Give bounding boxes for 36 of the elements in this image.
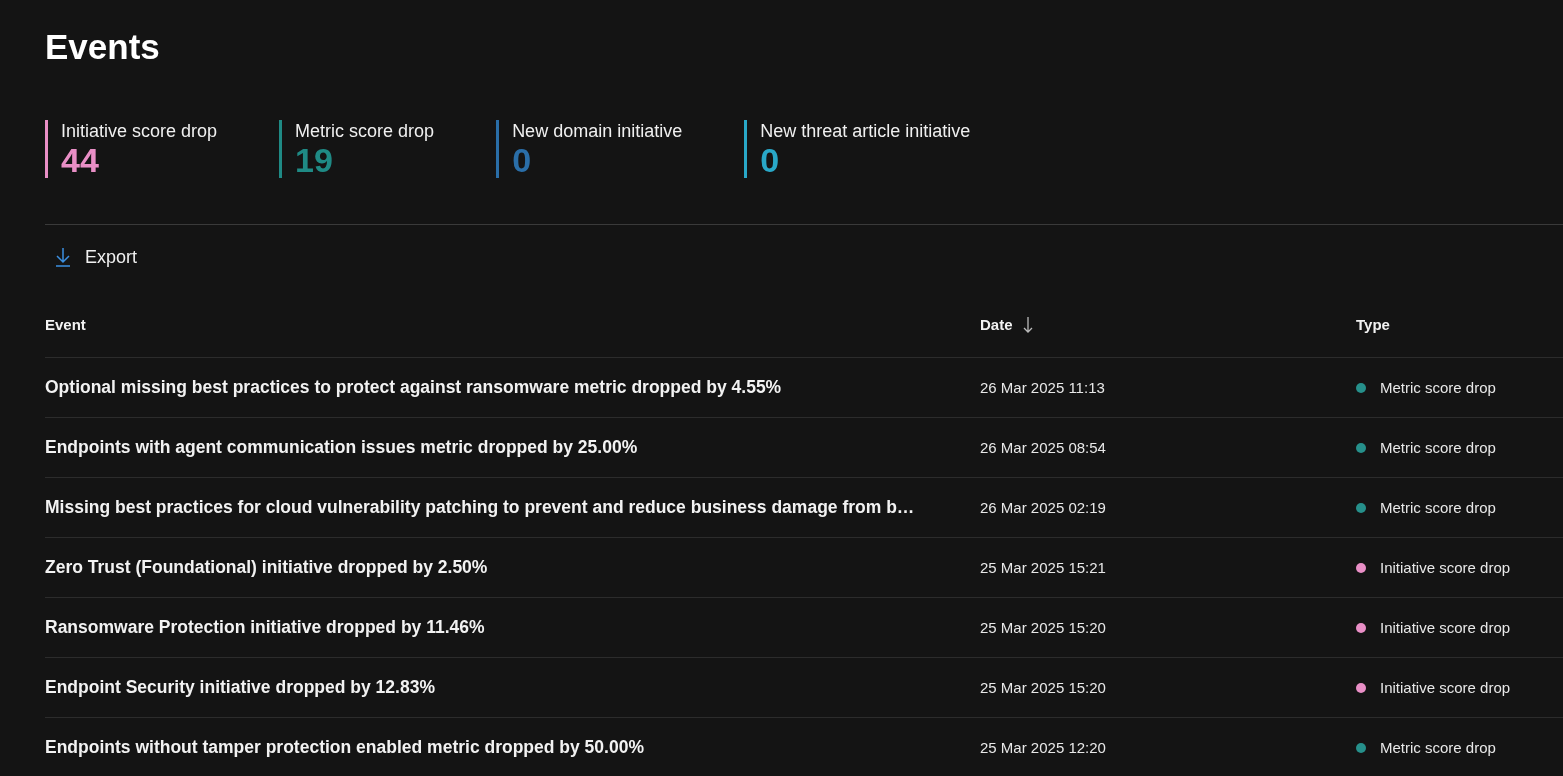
event-type: Initiative score drop — [1380, 559, 1511, 576]
column-header[interactable]: Event — [45, 315, 86, 333]
event-date: 26 Mar 2025 02:19 — [980, 499, 1107, 516]
event-type: Initiative score drop — [1380, 679, 1511, 696]
event-title[interactable]: Endpoint Security initiative dropped by 12.83% — [45, 677, 980, 698]
event-date: 25 Mar 2025 15:21 — [980, 559, 1107, 576]
event-type: Initiative score drop — [1380, 619, 1511, 636]
stat-value: 44 — [61, 142, 100, 178]
event-title[interactable]: Endpoints without tamper protection enabled metric dropped by 50.00% — [45, 737, 980, 758]
event-date: 26 Mar 2025 11:13 — [980, 379, 1106, 396]
stat-value: 0 — [760, 142, 781, 178]
export-button[interactable]: Export — [45, 242, 148, 272]
event-date: 25 Mar 2025 15:20 — [980, 679, 1107, 696]
event-title[interactable]: Zero Trust (Foundational) initiative dropped by 2.50% — [45, 557, 980, 578]
stat-label: Metric score drop — [295, 120, 435, 142]
event-date: 25 Mar 2025 15:20 — [980, 619, 1107, 636]
stat-label: Initiative score drop — [61, 120, 218, 142]
event-date: 26 Mar 2025 08:54 — [980, 439, 1107, 456]
sort-descending-icon[interactable] — [1022, 315, 1033, 333]
event-title[interactable]: Optional missing best practices to protect against ransomware metric dropped by 4.55% — [45, 377, 980, 398]
stat-value: 0 — [512, 142, 533, 178]
stat-label: New threat article initiative — [760, 120, 971, 142]
event-type: Metric score drop — [1380, 379, 1496, 396]
event-type: Metric score drop — [1380, 439, 1496, 456]
event-title[interactable]: Endpoints with agent communication issues metric dropped by 25.00% — [45, 437, 980, 458]
event-type: Metric score drop — [1380, 499, 1496, 516]
event-date: 25 Mar 2025 12:20 — [980, 739, 1107, 756]
event-title[interactable]: Missing best practices for cloud vulnerability patching to prevent and reduce business damage from b… — [45, 497, 980, 518]
page-title: Events — [45, 26, 161, 68]
stat-label: New domain initiative — [512, 120, 683, 142]
stat-value: 19 — [295, 142, 334, 178]
column-header[interactable]: Type — [1356, 315, 1390, 333]
event-title[interactable]: Ransomware Protection initiative dropped by 11.46% — [45, 617, 980, 638]
event-type: Metric score drop — [1380, 739, 1496, 756]
column-header[interactable]: Date — [980, 315, 1013, 333]
download-icon — [55, 247, 71, 267]
